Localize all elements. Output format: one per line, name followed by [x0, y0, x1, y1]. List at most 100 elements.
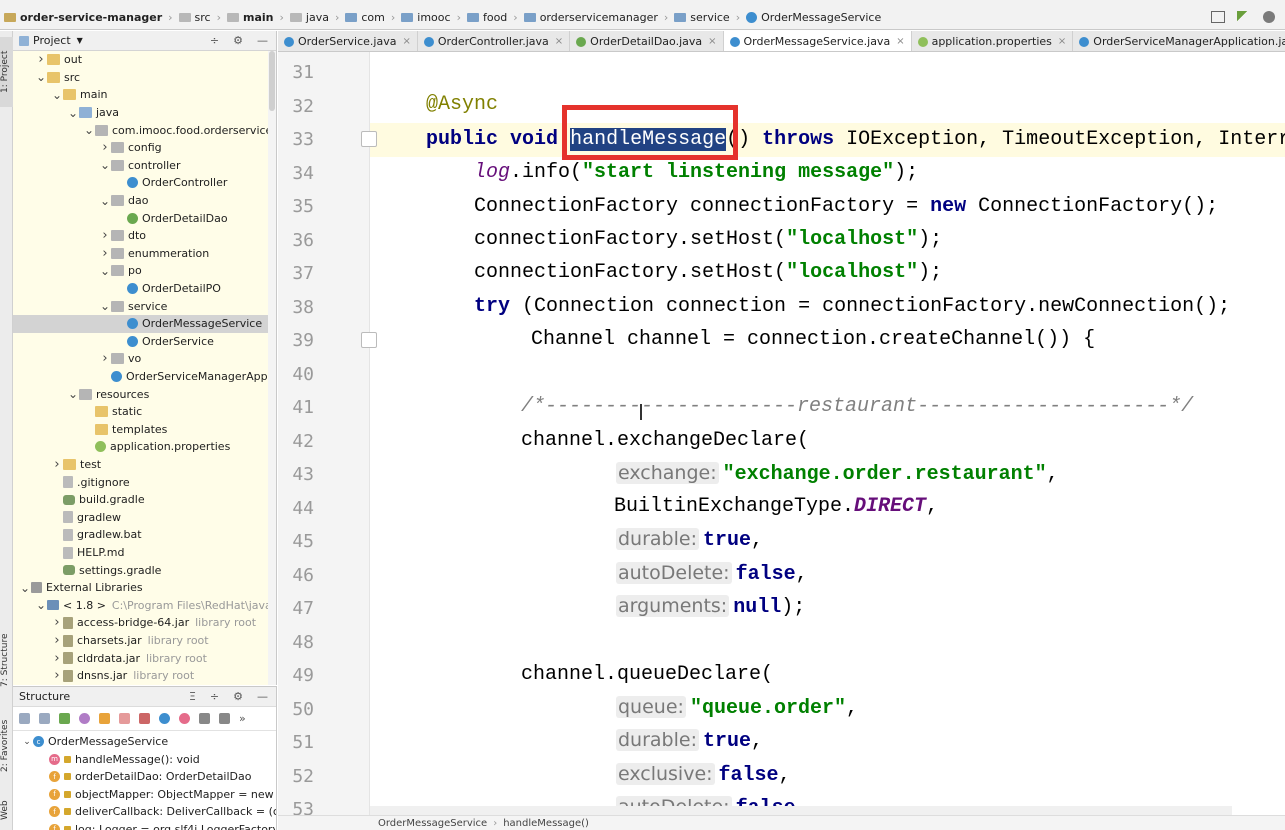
- project-tree-item[interactable]: application.properties: [13, 438, 230, 456]
- gear-icon[interactable]: ⚙: [233, 34, 243, 47]
- chevron-down-icon[interactable]: ⌄: [35, 70, 47, 84]
- editor-tab[interactable]: OrderService.java ×: [278, 31, 418, 51]
- structure-item[interactable]: m handleMessage(): void: [49, 751, 200, 768]
- show-properties-icon[interactable]: [79, 713, 90, 724]
- project-tree-item[interactable]: ⌄ controller: [13, 157, 181, 175]
- project-tree-item[interactable]: OrderService: [13, 333, 214, 351]
- project-tree-item[interactable]: › access-bridge-64.jar library root: [13, 614, 256, 632]
- project-tree-item[interactable]: ⌄ resources: [13, 385, 149, 403]
- project-tree-item[interactable]: templates: [13, 421, 167, 439]
- more-icon[interactable]: »: [239, 712, 246, 725]
- project-tree-item[interactable]: OrderController: [13, 174, 227, 192]
- chevron-right-icon[interactable]: ›: [51, 457, 63, 472]
- chevron-right-icon[interactable]: ›: [51, 615, 63, 630]
- chevron-right-icon[interactable]: ›: [35, 52, 47, 67]
- chevron-down-icon[interactable]: ⌄: [99, 264, 111, 278]
- editor-tab[interactable]: OrderDetailDao.java ×: [570, 31, 724, 51]
- user-icon[interactable]: [1263, 11, 1275, 23]
- project-tree-item[interactable]: › out: [13, 51, 82, 69]
- editor-tab[interactable]: application.properties ×: [912, 31, 1074, 51]
- breadcrumb-item[interactable]: com ›: [345, 11, 401, 24]
- project-tree-item[interactable]: OrderDetailPO: [13, 280, 221, 298]
- chevron-down-icon[interactable]: ⌄: [67, 106, 79, 120]
- show-non-public-icon[interactable]: [119, 713, 130, 724]
- sort-by-visibility-icon[interactable]: [19, 713, 30, 724]
- project-tree-item[interactable]: › enummeration: [13, 245, 209, 263]
- project-tree-item[interactable]: OrderMessageService: [13, 315, 276, 333]
- show-lambdas-icon[interactable]: [139, 713, 150, 724]
- project-tree-item[interactable]: gradlew: [13, 509, 121, 527]
- project-tree-item[interactable]: ⌄ po: [13, 262, 142, 280]
- editor-tab[interactable]: OrderServiceManagerApplication.java×: [1073, 31, 1285, 51]
- build-hammer-icon[interactable]: [1237, 11, 1251, 23]
- project-tree-item[interactable]: ⌄ src: [13, 69, 80, 87]
- fold-marker[interactable]: [361, 332, 377, 348]
- editor-tab[interactable]: OrderController.java ×: [418, 31, 571, 51]
- close-icon[interactable]: ×: [708, 36, 716, 47]
- chevron-right-icon[interactable]: ›: [99, 228, 111, 243]
- project-tree-item[interactable]: ⌄ java: [13, 104, 119, 122]
- project-panel-title[interactable]: Project: [33, 34, 71, 47]
- chevron-down-icon[interactable]: ⌄: [83, 123, 95, 137]
- expand-icon[interactable]: [199, 713, 210, 724]
- close-icon[interactable]: ×: [555, 36, 563, 47]
- project-tree-item[interactable]: ⌄ dao: [13, 192, 148, 210]
- project-tree-item[interactable]: › dnsns.jar library root: [13, 667, 194, 685]
- web-tool-tab[interactable]: Web: [0, 791, 13, 829]
- favorites-tool-tab[interactable]: 2: Favorites: [0, 711, 13, 781]
- sort-alphabetically-icon[interactable]: [39, 713, 50, 724]
- chevron-down-icon[interactable]: ⌄: [99, 194, 111, 208]
- show-inherited-icon[interactable]: [59, 713, 70, 724]
- project-tree-item[interactable]: › dto: [13, 227, 146, 245]
- collapse-icon[interactable]: [219, 713, 230, 724]
- chevron-right-icon[interactable]: ›: [99, 140, 111, 155]
- collapse-all-icon[interactable]: ÷: [210, 34, 219, 47]
- breadcrumb-item[interactable]: main ›: [227, 11, 290, 24]
- chevron-down-icon[interactable]: ⌄: [35, 598, 47, 612]
- chevron-down-icon[interactable]: ⌄: [21, 737, 33, 747]
- breadcrumb-item[interactable]: java ›: [289, 11, 345, 24]
- project-scrollbar[interactable]: [268, 51, 276, 685]
- breadcrumb-item[interactable]: food ›: [466, 11, 524, 24]
- horizontal-scrollbar[interactable]: [370, 806, 1232, 815]
- structure-item[interactable]: f orderDetailDao: OrderDetailDao: [49, 768, 251, 785]
- structure-tool-tab[interactable]: 7: Structure: [0, 625, 13, 695]
- gear-icon[interactable]: ⚙: [233, 690, 243, 703]
- close-icon[interactable]: ×: [402, 36, 410, 47]
- expand-all-icon[interactable]: Ξ: [189, 690, 196, 703]
- breadcrumb-item[interactable]: order-service-manager ›: [4, 11, 179, 24]
- project-tool-tab[interactable]: 1: Project: [0, 37, 13, 107]
- chevron-right-icon[interactable]: ›: [99, 351, 111, 366]
- project-tree-item[interactable]: ⌄ < 1.8 > C:\Program Files\RedHat\java-1.8…: [13, 597, 276, 615]
- structure-item[interactable]: f deliverCallback: DeliverCallback = (con…: [49, 803, 276, 820]
- chevron-right-icon[interactable]: ›: [51, 633, 63, 648]
- chevron-right-icon[interactable]: ›: [51, 668, 63, 683]
- collapse-all-icon[interactable]: ÷: [210, 690, 219, 703]
- chevron-down-icon[interactable]: ⌄: [67, 387, 79, 401]
- editor-tab[interactable]: OrderMessageService.java ×: [723, 31, 912, 51]
- close-icon[interactable]: ×: [896, 36, 904, 47]
- project-tree-item[interactable]: OrderServiceManagerApplication: [13, 368, 276, 386]
- anonymous-classes-icon[interactable]: [159, 713, 170, 724]
- fold-marker[interactable]: [361, 131, 377, 147]
- project-tree-item[interactable]: › charsets.jar library root: [13, 632, 208, 650]
- structure-item[interactable]: f objectMapper: ObjectMapper = new Obj: [49, 786, 276, 803]
- minimize-icon[interactable]: —: [257, 34, 268, 47]
- project-tree-item[interactable]: .gitignore: [13, 473, 130, 491]
- structure-item[interactable]: ⌄ c OrderMessageService: [21, 733, 168, 750]
- project-tree-item[interactable]: ⌄ main: [13, 86, 108, 104]
- project-tree-item[interactable]: › config: [13, 139, 161, 157]
- minimize-icon[interactable]: —: [257, 690, 268, 703]
- project-tree-item[interactable]: ⌄ service: [13, 297, 167, 315]
- structure-item[interactable]: f log: Logger = org.slf4j.LoggerFactory.g…: [49, 821, 276, 830]
- project-tree-item[interactable]: settings.gradle: [13, 561, 161, 579]
- show-abstract-icon[interactable]: [179, 713, 190, 724]
- project-tree-item[interactable]: › cldrdata.jar library root: [13, 649, 207, 667]
- show-fields-icon[interactable]: [99, 713, 110, 724]
- project-tree-item[interactable]: › test: [13, 456, 101, 474]
- project-tree-item[interactable]: OrderDetailDao: [13, 209, 228, 227]
- project-tree-item[interactable]: gradlew.bat: [13, 526, 142, 544]
- close-icon[interactable]: ×: [1058, 36, 1066, 47]
- editor-breadcrumb-method[interactable]: handleMessage(): [503, 818, 589, 829]
- project-tree-item[interactable]: › vo: [13, 350, 141, 368]
